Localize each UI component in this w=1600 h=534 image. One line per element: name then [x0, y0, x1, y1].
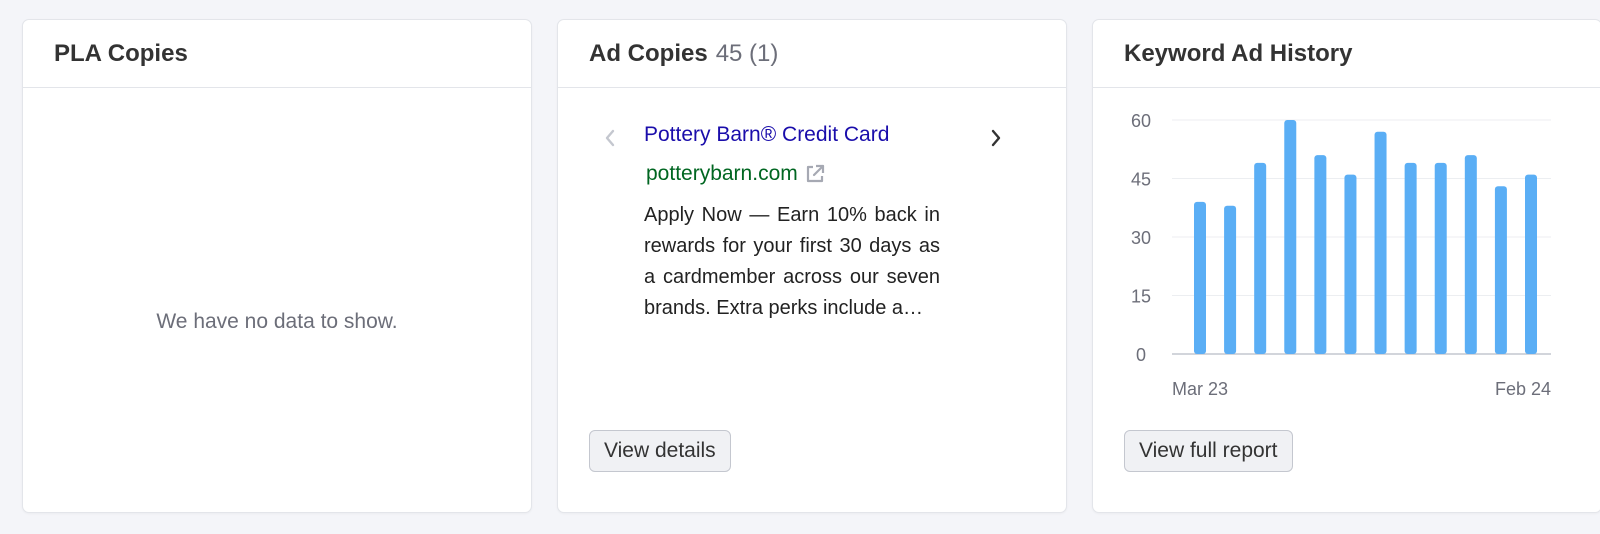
ad-url-link[interactable]: potterybarn.com	[646, 162, 798, 186]
x-tick-label: Mar 23	[1172, 379, 1228, 399]
ad-url-row: potterybarn.com	[644, 162, 964, 186]
ad-copies-card: Ad Copies 45 (1) Pottery Barn® Credit Ca…	[557, 19, 1067, 513]
chart-bar	[1284, 120, 1297, 354]
pla-copies-header: PLA Copies	[23, 20, 531, 88]
chart-bar	[1314, 155, 1327, 354]
chevron-left-icon[interactable]	[598, 126, 622, 150]
chart-bar	[1344, 174, 1357, 354]
chart-bar	[1224, 205, 1237, 354]
y-tick-label: 15	[1131, 287, 1151, 307]
keyword-ad-history-header: Keyword Ad History	[1093, 20, 1600, 88]
chart-bar	[1374, 131, 1387, 354]
pla-copies-card: PLA Copies We have no data to show.	[22, 19, 532, 513]
chart-bar	[1464, 155, 1477, 354]
ad-count: 45 (1)	[715, 39, 779, 67]
external-link-icon[interactable]	[804, 163, 826, 185]
keyword-ad-history-card: Keyword Ad History 0 15 30 45 60 Mar 23 Feb 24…	[1092, 19, 1600, 513]
card-title: Ad Copies	[589, 39, 708, 67]
view-full-report-button[interactable]: View full report	[1124, 430, 1293, 472]
chart-bar	[1404, 162, 1417, 354]
y-tick-label: 0	[1136, 345, 1146, 365]
chart-bar	[1254, 162, 1267, 354]
y-tick-label: 60	[1131, 111, 1151, 131]
card-title: Keyword Ad History	[1124, 39, 1353, 67]
ad-description: Apply Now — Earn 10% back in rewards for…	[644, 204, 940, 319]
widgets-row: PLA Copies We have no data to show. Ad C…	[22, 19, 1600, 513]
chart-bar	[1434, 162, 1447, 354]
ad-copy: Pottery Barn® Credit Card potterybarn.co…	[644, 120, 964, 355]
y-tick-label: 30	[1131, 228, 1151, 248]
y-tick-label: 45	[1131, 170, 1151, 190]
chart-bar	[1525, 174, 1537, 354]
ad-copies-header: Ad Copies 45 (1)	[558, 20, 1066, 88]
x-tick-label: Feb 24	[1495, 379, 1551, 399]
chart-bar	[1194, 201, 1206, 354]
keyword-ad-history-chart: 0 15 30 45 60 Mar 23 Feb 24	[1131, 111, 1551, 399]
empty-state-message: We have no data to show.	[156, 310, 398, 333]
chevron-right-icon[interactable]	[984, 126, 1008, 150]
view-details-button[interactable]: View details	[589, 430, 731, 472]
chart-bar	[1494, 186, 1507, 354]
card-title: PLA Copies	[54, 39, 188, 67]
ad-title-link[interactable]: Pottery Barn® Credit Card	[644, 120, 889, 150]
